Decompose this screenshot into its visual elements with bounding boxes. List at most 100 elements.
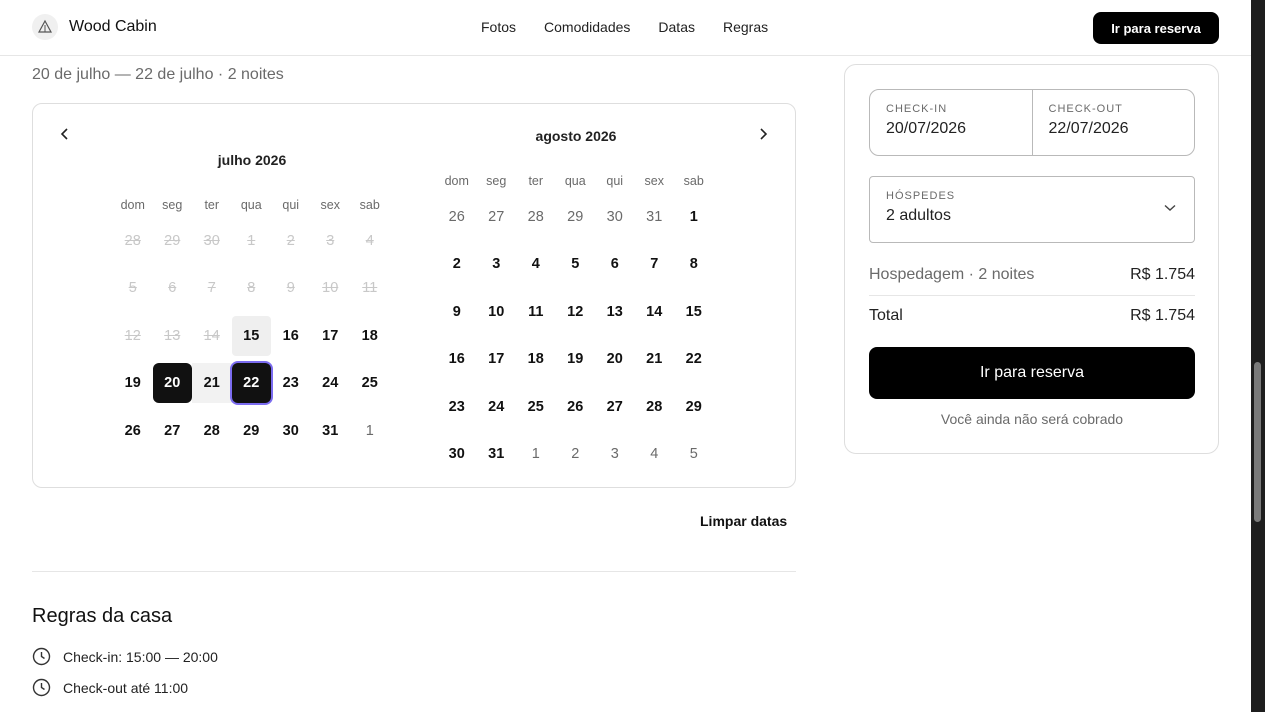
calendar-day: 3 — [326, 233, 335, 249]
calendar-day: 10 — [322, 280, 339, 297]
rule-checkin: Check-in: 15:00 — 20:00 — [32, 647, 218, 666]
weekday-label: ter — [204, 198, 220, 212]
guests-value: 2 adultos — [886, 207, 951, 224]
nav-datas[interactable]: Datas — [658, 19, 695, 35]
calendar-day[interactable]: 15 — [231, 315, 271, 356]
reserve-button[interactable]: Ir para reserva — [869, 347, 1195, 399]
calendar-next-button[interactable] — [749, 120, 777, 148]
calendar-day[interactable]: 24 — [477, 387, 517, 427]
calendar-day[interactable]: 7 — [635, 244, 675, 284]
calendar-day[interactable]: 1 — [516, 434, 556, 474]
calendar-day[interactable]: 27 — [477, 197, 517, 237]
calendar-prev-button[interactable] — [51, 120, 79, 148]
calendar-day[interactable]: 13 — [595, 292, 635, 332]
calendar-day[interactable]: 2 — [437, 244, 477, 284]
calendar-day[interactable]: 23 — [437, 387, 477, 427]
calendar-day[interactable]: 23 — [271, 363, 311, 403]
calendar-day[interactable]: 18 — [350, 316, 390, 356]
checkin-field[interactable]: CHECK-IN 20/07/2026 — [870, 90, 1032, 155]
calendar-day[interactable]: 25 — [516, 387, 556, 427]
calendar-day[interactable]: 8 — [674, 244, 714, 284]
guests-select[interactable]: HÓSPEDES 2 adultos — [869, 176, 1195, 243]
calendar-day[interactable]: 28 — [516, 197, 556, 237]
calendar-day[interactable]: 6 — [595, 244, 635, 284]
calendar-day[interactable]: 9 — [437, 292, 477, 332]
stay-label: Hospedagem · 2 noites — [869, 266, 1035, 283]
calendar-day[interactable]: 4 — [635, 434, 675, 474]
cabin-logo-icon — [32, 14, 58, 40]
calendar-day[interactable]: 14 — [635, 292, 675, 332]
calendar-day[interactable]: 10 — [477, 292, 517, 332]
header-reserve-button[interactable]: Ir para reserva — [1093, 12, 1219, 44]
calendar-day[interactable]: 27 — [153, 411, 193, 451]
clear-dates-button[interactable]: Limpar datas — [700, 513, 787, 529]
scrollbar-track[interactable] — [1251, 0, 1265, 712]
checkout-field[interactable]: CHECK-OUT 22/07/2026 — [1031, 90, 1195, 155]
calendar-day[interactable]: 26 — [113, 411, 153, 451]
main-nav: Fotos Comodidades Datas Regras — [481, 19, 796, 35]
calendar-day[interactable]: 25 — [350, 363, 390, 403]
weekday-label: qui — [282, 198, 300, 212]
calendar-day[interactable]: 5 — [674, 434, 714, 474]
calendar-day[interactable]: 16 — [437, 339, 477, 379]
calendar-day[interactable]: 21 — [192, 363, 232, 404]
calendar-day: 1 — [247, 233, 256, 249]
calendar-day[interactable]: 18 — [516, 339, 556, 379]
brand[interactable]: Wood Cabin — [32, 14, 157, 40]
calendar-day[interactable]: 22 — [231, 363, 271, 404]
calendar-day[interactable]: 4 — [516, 244, 556, 284]
nav-regras[interactable]: Regras — [723, 19, 768, 35]
calendar-day[interactable]: 1 — [674, 197, 714, 237]
calendar-day[interactable]: 29 — [674, 387, 714, 427]
calendar-day[interactable]: 19 — [556, 339, 596, 379]
calendar-day[interactable]: 3 — [477, 244, 517, 284]
total-label: Total — [869, 307, 903, 324]
calendar-day[interactable]: 31 — [311, 411, 351, 451]
guests-label: HÓSPEDES — [886, 190, 956, 202]
nav-comodidades[interactable]: Comodidades — [544, 19, 630, 35]
weekday-label: qua — [240, 198, 262, 212]
calendar-day[interactable]: 11 — [516, 292, 556, 332]
calendar-day[interactable]: 5 — [556, 244, 596, 284]
calendar-day: 2 — [286, 233, 295, 249]
calendar-day: 8 — [247, 280, 256, 297]
calendar-day[interactable]: 28 — [635, 387, 675, 427]
total-price: R$ 1.754 — [1130, 307, 1195, 324]
calendar-day[interactable]: 31 — [635, 197, 675, 237]
calendar-day[interactable]: 26 — [556, 387, 596, 427]
calendar-day[interactable]: 1 — [350, 411, 390, 451]
calendar-day[interactable]: 17 — [311, 316, 351, 356]
nav-fotos[interactable]: Fotos — [481, 19, 516, 35]
calendar-day[interactable]: 20 — [152, 363, 192, 404]
calendar-day[interactable]: 28 — [192, 411, 232, 451]
calendar-day[interactable]: 16 — [271, 316, 311, 356]
calendar-day[interactable]: 2 — [556, 434, 596, 474]
stay-price: R$ 1.754 — [1130, 266, 1195, 283]
calendar-day[interactable]: 17 — [477, 339, 517, 379]
calendar-day[interactable]: 26 — [437, 197, 477, 237]
calendar-day[interactable]: 21 — [635, 339, 675, 379]
calendar-day[interactable]: 19 — [113, 363, 153, 403]
calendar-day[interactable]: 27 — [595, 387, 635, 427]
calendar-day[interactable]: 15 — [674, 292, 714, 332]
calendar-day[interactable]: 31 — [477, 434, 517, 474]
calendar-day[interactable]: 22 — [674, 339, 714, 379]
weekday-label: seg — [486, 174, 507, 188]
calendar-day: 13 — [164, 327, 181, 344]
rule-text: Check-in: 15:00 — 20:00 — [63, 648, 218, 665]
calendar-day[interactable]: 20 — [595, 339, 635, 379]
calendar-day[interactable]: 3 — [595, 434, 635, 474]
calendar-day[interactable]: 30 — [271, 411, 311, 451]
calendar-day[interactable]: 30 — [437, 434, 477, 474]
stay-price-row: Hospedagem · 2 noites R$ 1.754 — [869, 266, 1195, 284]
calendar-day[interactable]: 29 — [232, 411, 272, 451]
brand-name: Wood Cabin — [69, 18, 157, 35]
calendar-day[interactable]: 24 — [311, 363, 351, 403]
scrollbar-thumb[interactable] — [1254, 362, 1261, 522]
checkin-value: 20/07/2026 — [886, 120, 967, 137]
calendar-day[interactable]: 12 — [556, 292, 596, 332]
chevron-left-icon — [60, 128, 68, 140]
calendar-day[interactable]: 29 — [556, 197, 596, 237]
month-title-july: julho 2026 — [217, 152, 287, 168]
calendar-day[interactable]: 30 — [595, 197, 635, 237]
